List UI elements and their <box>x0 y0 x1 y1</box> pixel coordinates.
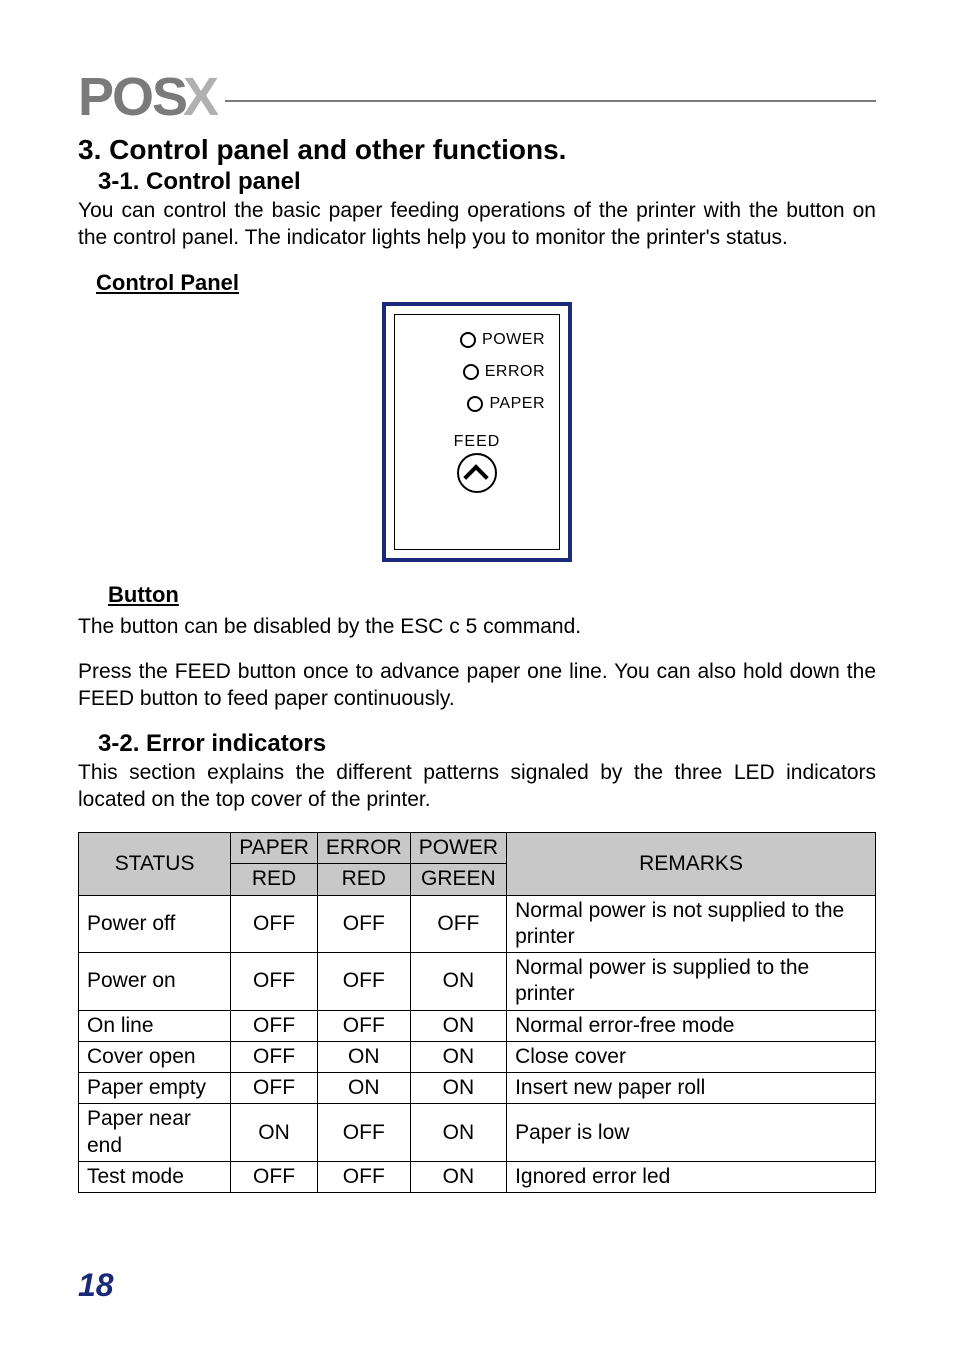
cell-power: ON <box>410 1104 506 1162</box>
error-led-row: ERROR <box>463 363 545 381</box>
cell-paper: OFF <box>231 1041 318 1072</box>
feed-button-icon <box>457 453 497 493</box>
cell-status: Paper near end <box>79 1104 231 1162</box>
col-paper-color: RED <box>231 864 318 895</box>
cell-paper: ON <box>231 1104 318 1162</box>
cell-status: Power on <box>79 953 231 1011</box>
cell-error: ON <box>317 1041 410 1072</box>
cell-remarks: Normal power is not supplied to the prin… <box>507 895 876 953</box>
cell-remarks: Normal error-free mode <box>507 1010 876 1041</box>
table-row: Paper emptyOFFONONInsert new paper roll <box>79 1073 876 1104</box>
brand-logo: POSX <box>78 66 876 128</box>
cell-error: OFF <box>317 895 410 953</box>
subsection-3-1-title: 3-1. Control panel <box>98 168 876 196</box>
col-power-color: GREEN <box>410 864 506 895</box>
intro-3-1-text: You can control the basic paper feeding … <box>78 198 876 252</box>
logo-text: POSX <box>78 66 217 128</box>
control-panel-diagram: POWER ERROR PAPER FEED <box>382 302 572 562</box>
intro-3-2-text: This section explains the different patt… <box>78 760 876 814</box>
cell-status: Power off <box>79 895 231 953</box>
paper-led-row: PAPER <box>467 395 545 413</box>
button-heading: Button <box>108 582 876 608</box>
cell-remarks: Ignored error led <box>507 1161 876 1192</box>
page-number: 18 <box>78 1267 114 1304</box>
cell-remarks: Insert new paper roll <box>507 1073 876 1104</box>
cell-paper: OFF <box>231 1010 318 1041</box>
subsection-3-2-title: 3-2. Error indicators <box>98 730 876 758</box>
cell-paper: OFF <box>231 895 318 953</box>
cell-status: Paper empty <box>79 1073 231 1104</box>
cell-error: OFF <box>317 1104 410 1162</box>
cell-power: ON <box>410 1161 506 1192</box>
divider-line <box>225 100 876 102</box>
error-led-label: ERROR <box>485 363 545 381</box>
cell-status: Test mode <box>79 1161 231 1192</box>
power-led-row: POWER <box>460 331 545 349</box>
feed-button-block: FEED <box>454 433 501 493</box>
paper-led-icon <box>467 396 483 412</box>
table-row: Power onOFFOFFONNormal power is supplied… <box>79 953 876 1011</box>
col-remarks-header: REMARKS <box>507 833 876 896</box>
cell-error: OFF <box>317 953 410 1011</box>
control-panel-heading: Control Panel <box>96 270 876 296</box>
cell-remarks: Normal power is supplied to the printer <box>507 953 876 1011</box>
col-paper-header: PAPER <box>231 833 318 864</box>
table-row: Cover openOFFONONClose cover <box>79 1041 876 1072</box>
cell-error: ON <box>317 1073 410 1104</box>
button-text-2: Press the FEED button once to advance pa… <box>78 659 876 713</box>
cell-status: Cover open <box>79 1041 231 1072</box>
cell-paper: OFF <box>231 1073 318 1104</box>
cell-power: ON <box>410 1041 506 1072</box>
section-title: 3. Control panel and other functions. <box>78 134 876 166</box>
cell-remarks: Paper is low <box>507 1104 876 1162</box>
cell-error: OFF <box>317 1010 410 1041</box>
cell-power: ON <box>410 1073 506 1104</box>
col-error-header: ERROR <box>317 833 410 864</box>
col-error-color: RED <box>317 864 410 895</box>
cell-remarks: Close cover <box>507 1041 876 1072</box>
power-led-label: POWER <box>482 331 545 349</box>
table-row: Test modeOFFOFFONIgnored error led <box>79 1161 876 1192</box>
col-status-header: STATUS <box>79 833 231 896</box>
cell-paper: OFF <box>231 1161 318 1192</box>
logo-right: X <box>183 66 217 128</box>
paper-led-label: PAPER <box>489 395 545 413</box>
button-text-1: The button can be disabled by the ESC c … <box>78 614 876 641</box>
status-table: STATUS PAPER ERROR POWER REMARKS RED RED… <box>78 832 876 1193</box>
cell-paper: OFF <box>231 953 318 1011</box>
power-led-icon <box>460 332 476 348</box>
cell-error: OFF <box>317 1161 410 1192</box>
error-led-icon <box>463 364 479 380</box>
logo-left: POS <box>78 66 186 128</box>
cell-status: On line <box>79 1010 231 1041</box>
cell-power: ON <box>410 953 506 1011</box>
table-row: Power offOFFOFFOFFNormal power is not su… <box>79 895 876 953</box>
cell-power: ON <box>410 1010 506 1041</box>
cell-power: OFF <box>410 895 506 953</box>
table-row: On lineOFFOFFONNormal error-free mode <box>79 1010 876 1041</box>
col-power-header: POWER <box>410 833 506 864</box>
feed-label: FEED <box>454 433 501 451</box>
table-row: Paper near endONOFFONPaper is low <box>79 1104 876 1162</box>
